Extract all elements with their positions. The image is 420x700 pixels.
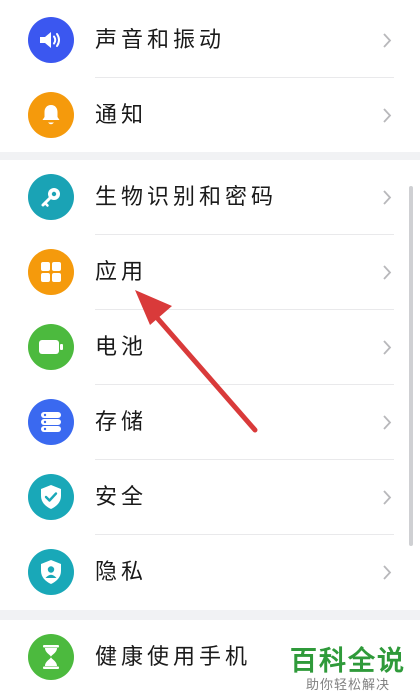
bell-icon (28, 92, 74, 138)
settings-item-storage[interactable]: 存储 (0, 385, 420, 460)
watermark: 百科全说 助你轻松解决 (290, 646, 406, 694)
chevron-right-icon (383, 490, 392, 505)
settings-item-battery[interactable]: 电池 (0, 310, 420, 385)
settings-item-apps[interactable]: 应用 (0, 235, 420, 310)
chevron-right-icon (383, 415, 392, 430)
scrollbar[interactable] (409, 186, 413, 546)
settings-group-sound-notification: 声音和振动 通知 (0, 0, 420, 152)
speaker-icon (28, 17, 74, 63)
settings-item-label: 隐私 (95, 560, 148, 585)
settings-item-sound-vibration[interactable]: 声音和振动 (0, 3, 420, 78)
privacy-shield-icon (28, 549, 74, 595)
settings-item-security[interactable]: 安全 (0, 460, 420, 535)
settings-item-label: 生物识别和密码 (95, 185, 278, 210)
chevron-right-icon (383, 190, 392, 205)
settings-item-label: 通知 (95, 103, 148, 128)
watermark-subtitle: 助你轻松解决 (305, 678, 390, 693)
battery-icon (28, 324, 74, 370)
settings-item-notifications[interactable]: 通知 (0, 78, 420, 153)
watermark-title: 百科全说 (290, 646, 406, 677)
settings-group-system: 生物识别和密码 应用 电池 存储 安全 隐私 (0, 160, 420, 610)
settings-item-label: 声音和振动 (95, 28, 226, 53)
chevron-right-icon (383, 265, 392, 280)
storage-icon (28, 399, 74, 445)
settings-item-biometrics-password[interactable]: 生物识别和密码 (0, 160, 420, 235)
settings-item-label: 电池 (95, 335, 148, 360)
chevron-right-icon (383, 565, 392, 580)
apps-grid-icon (28, 249, 74, 295)
settings-item-label: 安全 (95, 485, 148, 510)
key-icon (28, 174, 74, 220)
chevron-right-icon (383, 108, 392, 123)
hourglass-icon (28, 634, 74, 680)
settings-item-privacy[interactable]: 隐私 (0, 535, 420, 610)
chevron-right-icon (383, 33, 392, 48)
settings-item-label: 应用 (95, 260, 148, 285)
shield-check-icon (28, 474, 74, 520)
settings-item-label: 存储 (95, 410, 148, 435)
chevron-right-icon (383, 340, 392, 355)
settings-item-label: 健康使用手机 (95, 645, 252, 670)
